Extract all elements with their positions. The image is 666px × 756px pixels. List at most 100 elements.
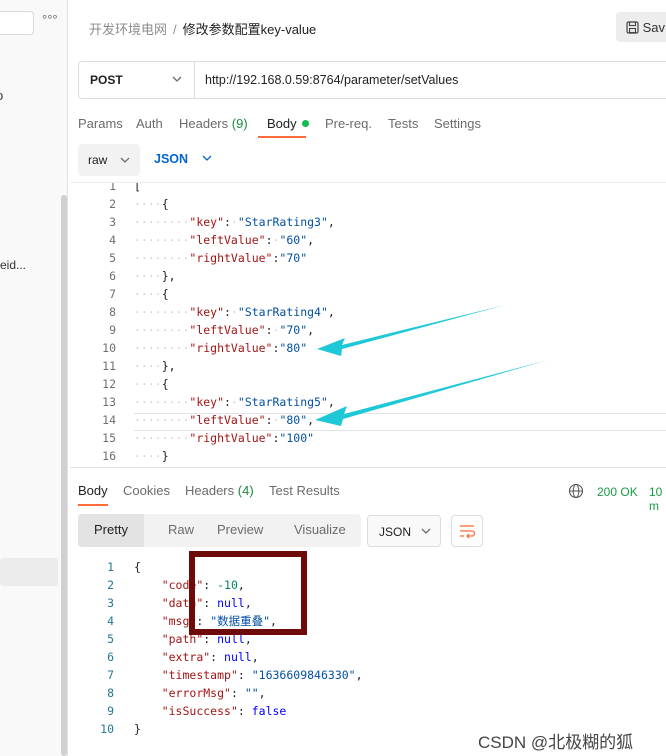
response-code-line[interactable]: 1{	[70, 558, 666, 576]
annotation-highlight-box	[189, 551, 307, 635]
body-mode-select[interactable]: raw	[78, 144, 140, 176]
tab-params[interactable]: Params	[78, 116, 123, 131]
request-code-line[interactable]: 3 ········"key":·"StarRating3",	[70, 213, 666, 231]
chevron-down-icon	[202, 155, 211, 161]
tab-auth[interactable]: Auth	[136, 116, 163, 131]
response-tab-body[interactable]: Body	[78, 483, 108, 498]
code-text: ········"rightValue":"80"	[134, 341, 308, 355]
save-button[interactable]: Sav	[616, 12, 666, 42]
response-tab-headers-count: (4)	[237, 483, 254, 498]
code-text: "extra": null,	[161, 650, 259, 664]
tab-headers-count: (9)	[231, 116, 248, 131]
tab-headers[interactable]: Headers (9)	[179, 116, 248, 131]
response-code-line[interactable]: 6 "extra": null,	[70, 648, 666, 666]
request-code-line[interactable]: 4 ········"leftValue":·"60",	[70, 231, 666, 249]
sidebar-item-selected[interactable]	[0, 558, 58, 586]
request-code-line[interactable]: 10 ········"rightValue":"80"	[70, 339, 666, 357]
line-number: 15	[102, 431, 116, 445]
url-input[interactable]: http://192.168.0.59:8764/parameter/setVa…	[205, 73, 458, 87]
response-tab-headers-label: Headers	[185, 483, 235, 498]
request-code-line[interactable]: 16 ····}	[70, 447, 666, 465]
request-code-line[interactable]: 2 ····{	[70, 195, 666, 213]
request-body-editor[interactable]: 1[2 ····{3 ········"key":·"StarRating3", 4 ·…	[70, 182, 666, 468]
line-number: 13	[102, 395, 116, 409]
more-options-icon[interactable]: °°°	[42, 12, 58, 27]
code-text: "isSuccess": false	[161, 704, 287, 718]
chevron-down-icon	[120, 157, 130, 163]
request-code-line[interactable]: 14 ········"leftValue":·"80",	[70, 411, 666, 429]
response-tab-cookies[interactable]: Cookies	[123, 483, 170, 498]
response-code-line[interactable]: 8 "errorMsg": "",	[70, 684, 666, 702]
format-pretty-button[interactable]: Pretty	[78, 514, 144, 547]
breadcrumb-collection[interactable]: 开发环境电网	[89, 22, 167, 37]
response-code-line[interactable]: 2 "code": -10,	[70, 576, 666, 594]
tab-prerequest[interactable]: Pre-req.	[325, 116, 372, 131]
save-label: Sav	[642, 20, 666, 35]
url-bar: POST http://192.168.0.59:8764/parameter/…	[78, 61, 666, 99]
sidebar-search-input[interactable]	[0, 11, 34, 35]
sidebar: °°° o eid...	[0, 0, 68, 756]
line-number: 16	[102, 449, 116, 463]
response-language-label: JSON	[379, 525, 412, 539]
request-code-line[interactable]: 8 ········"key":·"StarRating4",	[70, 303, 666, 321]
response-tab-headers[interactable]: Headers (4)	[185, 483, 254, 498]
line-number: 8	[109, 305, 116, 319]
body-language-select[interactable]: JSON	[154, 152, 212, 166]
sidebar-scrollbar[interactable]	[61, 195, 67, 756]
sidebar-item-text[interactable]: o	[0, 88, 3, 103]
response-code-line[interactable]: 4 "msg": "数据重叠",	[70, 612, 666, 630]
response-time: 10 m	[649, 485, 663, 513]
request-code-line[interactable]: 1[	[70, 182, 666, 195]
format-raw-button[interactable]: Raw	[168, 514, 194, 547]
tab-body[interactable]: Body	[267, 116, 309, 131]
body-mode-label: raw	[88, 153, 108, 167]
response-code-line[interactable]: 5 "path": null,	[70, 630, 666, 648]
line-number: 10	[100, 722, 114, 736]
active-response-tab-underline	[78, 504, 108, 506]
code-text: ········"key":·"StarRating3",	[134, 215, 335, 229]
code-text: "errorMsg": "",	[161, 686, 266, 700]
response-tab-test-results[interactable]: Test Results	[269, 483, 340, 498]
response-language-select[interactable]: JSON	[367, 515, 441, 547]
body-language-label: JSON	[154, 152, 189, 166]
response-code-line[interactable]: 7 "timestamp": "1636609846330",	[70, 666, 666, 684]
method-select[interactable]: POST	[79, 62, 195, 98]
code-text: ····},	[134, 269, 176, 283]
code-text: ····{	[134, 377, 169, 391]
tab-tests[interactable]: Tests	[388, 116, 418, 131]
breadcrumb-request[interactable]: 修改参数配置key-value	[183, 22, 317, 37]
sidebar-item-text[interactable]: eid...	[0, 258, 26, 272]
wrap-lines-button[interactable]	[451, 515, 483, 547]
code-text: }	[134, 722, 141, 736]
response-body-viewer[interactable]: 1{2 "code": -10, 3 "data": null, 4 "msg": …	[70, 558, 666, 748]
request-code-line[interactable]: 15 ········"rightValue":"100"	[70, 429, 666, 447]
format-preview-button[interactable]: Preview	[217, 514, 263, 547]
response-code-line[interactable]: 3 "data": null,	[70, 594, 666, 612]
code-text: ····{	[134, 197, 169, 211]
tab-settings[interactable]: Settings	[434, 116, 481, 131]
save-icon	[626, 21, 639, 34]
request-code-line[interactable]: 9 ········"leftValue":·"70",	[70, 321, 666, 339]
line-number: 6	[107, 650, 114, 664]
code-text: ········"leftValue":·"60",	[134, 233, 315, 247]
format-visualize-button[interactable]: Visualize	[294, 514, 346, 547]
request-code-line[interactable]: 13 ········"key":·"StarRating5",	[70, 393, 666, 411]
code-text: ········"leftValue":·"80",	[134, 413, 315, 427]
code-text: [	[134, 182, 141, 193]
request-code-line[interactable]: 5 ········"rightValue":"70"	[70, 249, 666, 267]
line-number: 12	[102, 377, 116, 391]
code-text: ····},	[134, 359, 176, 373]
request-code-line[interactable]: 6 ····},	[70, 267, 666, 285]
code-text: ····}	[134, 449, 169, 463]
line-number: 9	[107, 704, 114, 718]
code-text: "timestamp": "1636609846330",	[161, 668, 363, 682]
response-code-line[interactable]: 9 "isSuccess": false	[70, 702, 666, 720]
request-code-line[interactable]: 7 ····{	[70, 285, 666, 303]
code-text: ········"key":·"StarRating5",	[134, 395, 335, 409]
globe-icon[interactable]	[568, 483, 584, 499]
request-code-line[interactable]: 11 ····},	[70, 357, 666, 375]
line-number: 11	[102, 359, 116, 373]
line-number: 6	[109, 269, 116, 283]
request-code-line[interactable]: 12 ····{	[70, 375, 666, 393]
breadcrumb: 开发环境电网 / 修改参数配置key-value	[89, 19, 316, 38]
